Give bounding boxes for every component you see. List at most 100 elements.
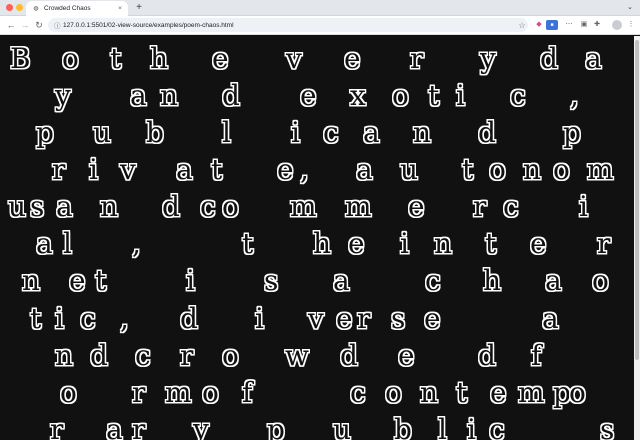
- poem-letter: c: [200, 190, 216, 223]
- poem-letter: ,: [132, 227, 141, 260]
- poem-letter: i: [291, 116, 300, 149]
- window-close-dot[interactable]: [6, 4, 13, 11]
- poem-letter: t: [428, 79, 440, 112]
- poem-letter: n: [420, 376, 439, 409]
- more-extensions-icon[interactable]: ⋯: [564, 20, 574, 30]
- poem-letter: e: [212, 42, 229, 75]
- poem-letter: r: [597, 227, 611, 260]
- puzzle-extensions-icon[interactable]: ✚: [592, 20, 602, 30]
- poem-line: y an d exoti c,: [0, 77, 634, 115]
- poem-line: ormofcontempo: [0, 374, 634, 412]
- poem-letter: n: [413, 116, 432, 149]
- poem-line: p u b l ican d p: [0, 114, 634, 152]
- extension-badge-icon[interactable]: ■: [546, 20, 558, 30]
- poem-letter: e: [277, 153, 294, 186]
- tab-search-icon[interactable]: ⌄: [624, 2, 636, 14]
- poem-line: rivate,autonomo: [0, 151, 634, 189]
- poem-letter: f: [531, 339, 542, 372]
- poem-letter: o: [222, 339, 239, 372]
- poem-letter: y: [480, 42, 496, 75]
- poem-letter: t: [95, 264, 107, 297]
- extension-icon[interactable]: ◆: [534, 20, 544, 30]
- poem-letter: e: [344, 42, 361, 75]
- poem-letter: i: [255, 302, 264, 335]
- poem-letter: t: [462, 153, 474, 186]
- scrollbar-thumb[interactable]: [635, 40, 639, 360]
- tab-crowded-chaos[interactable]: ◍ Crowded Chaos ×: [26, 1, 128, 16]
- poem-letter: e: [300, 79, 317, 112]
- tab-groups-icon[interactable]: ▣: [579, 20, 589, 30]
- poem-letter: a: [585, 42, 602, 75]
- poem-letter: i: [467, 413, 476, 440]
- poem-letter: B: [10, 42, 31, 75]
- poem-letter: o: [60, 376, 77, 409]
- poem-letter: r: [180, 339, 194, 372]
- poem-letter: o: [222, 190, 239, 223]
- poem-letter: w: [285, 339, 309, 372]
- poem-letter: l: [438, 413, 447, 440]
- page-scrollbar[interactable]: [634, 36, 640, 440]
- poem-letter: n: [55, 339, 74, 372]
- poem-letter: a: [176, 153, 193, 186]
- poem-letter: p: [36, 116, 54, 149]
- poem-letter: v: [308, 302, 324, 335]
- poem-letter: t: [242, 227, 254, 260]
- bookmark-star-icon[interactable]: ☆: [516, 21, 528, 30]
- poem-letter: o: [569, 376, 586, 409]
- poem-letter: e: [490, 376, 507, 409]
- poem-letter: e: [69, 264, 86, 297]
- poem-letter: a: [363, 116, 380, 149]
- poem-line: al,theinter: [0, 225, 634, 263]
- poem-letter: e: [424, 302, 441, 335]
- poem-letter: d: [478, 116, 496, 149]
- poem-letter: h: [150, 42, 169, 75]
- poem-letter: a: [36, 227, 53, 260]
- poem-line: usandcommerci: [0, 188, 634, 226]
- page-content: Botheveryda yandexotic, publicandp rivat…: [0, 36, 634, 440]
- poem-letter: e: [348, 227, 365, 260]
- poem-letter: o: [385, 376, 402, 409]
- poem-letter: r: [50, 413, 64, 440]
- profile-avatar-icon[interactable]: ●: [612, 20, 622, 30]
- url-text[interactable]: 127.0.0.1:5501/02-view-source/examples/p…: [63, 22, 516, 29]
- poem-letter: n: [22, 264, 41, 297]
- poem-letter: r: [132, 413, 146, 440]
- poem-letter: c: [135, 339, 151, 372]
- reload-icon[interactable]: ↻: [32, 18, 46, 32]
- browser-menu-icon[interactable]: ⋮: [626, 20, 636, 30]
- back-arrow-icon[interactable]: ←: [4, 18, 18, 32]
- window-minimize-dot[interactable]: [16, 4, 23, 11]
- poem-letter: d: [540, 42, 558, 75]
- poem-letter: c: [425, 264, 441, 297]
- poem-letter: d: [180, 302, 198, 335]
- poem-letter: n: [160, 79, 179, 112]
- address-bar[interactable]: ⓘ 127.0.0.1:5501/02-view-source/examples…: [48, 18, 528, 32]
- poem-letter: t: [211, 153, 223, 186]
- poem-letter: i: [186, 264, 195, 297]
- poem-letter: u: [93, 116, 112, 149]
- forward-arrow-icon[interactable]: →: [18, 18, 32, 32]
- new-tab-button[interactable]: +: [133, 2, 145, 14]
- poem-letter: t: [110, 42, 122, 75]
- poem-line: tic,diversea: [0, 300, 634, 338]
- poem-letter: o: [489, 153, 506, 186]
- poem-letter: x: [350, 79, 366, 112]
- poem-letter: c: [350, 376, 366, 409]
- poem-letter: e: [530, 227, 547, 260]
- poem-letter: f: [242, 376, 253, 409]
- poem-letter: c: [489, 413, 505, 440]
- poem-letter: d: [478, 339, 496, 372]
- site-info-icon[interactable]: ⓘ: [54, 20, 63, 30]
- poem-letter: r: [473, 190, 487, 223]
- close-tab-icon[interactable]: ×: [115, 5, 125, 12]
- poem-letter: b: [394, 413, 412, 440]
- poem-letter: a: [56, 190, 73, 223]
- poem-letter: m: [165, 376, 192, 409]
- poem-letter: r: [410, 42, 424, 75]
- poem-letter: n: [100, 190, 119, 223]
- poem-letter: u: [8, 190, 27, 223]
- poem-letter: s: [264, 264, 279, 297]
- globe-icon: ◍: [33, 6, 39, 12]
- poem-letter: l: [63, 227, 72, 260]
- poem-letter: c: [503, 190, 519, 223]
